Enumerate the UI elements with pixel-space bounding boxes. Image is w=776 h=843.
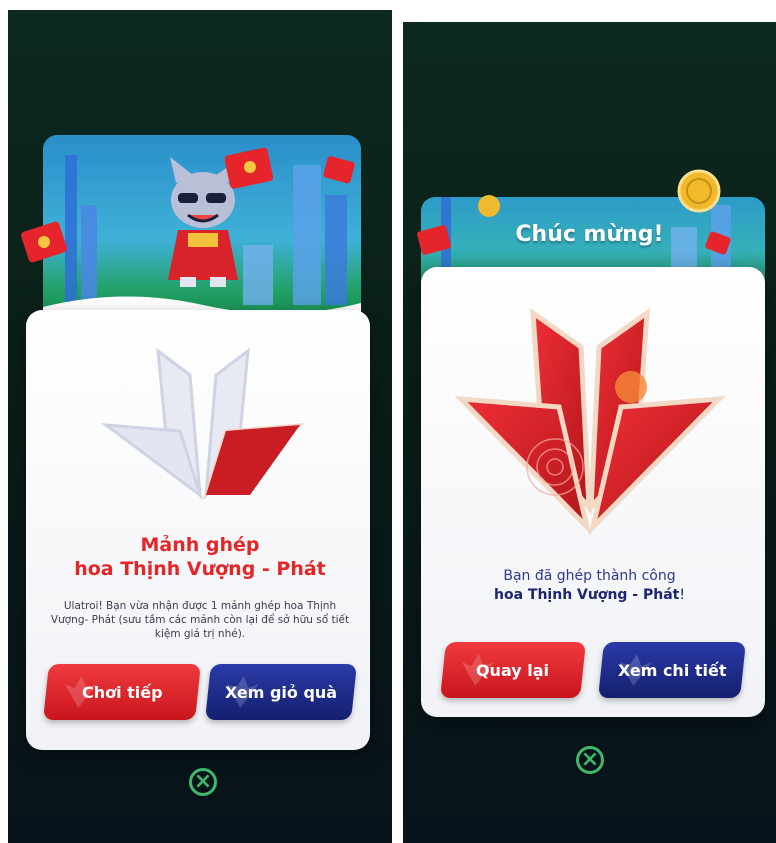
back-button[interactable]: Quay lại: [440, 642, 586, 698]
skyline-building: [293, 165, 321, 305]
screen-right: Chúc mừng! Bạn đã ghép thành công hoa Th…: [403, 22, 776, 843]
exclamation: !: [679, 587, 685, 603]
popup-title-line2: hoa Thịnh Vượng - Phát: [74, 558, 326, 580]
gift-box-button[interactable]: Xem giỏ quà: [205, 664, 357, 720]
gift-box-button-label: Xem giỏ quà: [224, 682, 338, 702]
vietcombank-flower-icon: [100, 347, 306, 500]
gold-coin-icon: [478, 195, 500, 217]
success-message-line1: Bạn đã ghép thành công: [503, 568, 676, 584]
red-envelope-icon: [21, 221, 67, 263]
close-icon[interactable]: ×: [576, 746, 604, 774]
flower-name: hoa Thịnh Vượng - Phát: [494, 587, 680, 603]
popup-description: Ulatroi! Bạn vừa nhận được 1 mảnh ghép h…: [50, 600, 350, 640]
continue-button[interactable]: Chơi tiếp: [43, 664, 201, 720]
success-message-line2: hoa Thịnh Vượng - Phát!: [403, 587, 776, 603]
view-detail-button-label: Xem chi tiết: [617, 660, 727, 680]
red-envelope-icon: [225, 147, 274, 189]
gold-coin-icon: [677, 169, 721, 213]
congrats-title: Chúc mừng!: [515, 222, 664, 247]
red-envelope-icon: [323, 156, 355, 184]
screen-left: Mảnh ghép hoa Thịnh Vượng - Phát Ulatroi…: [8, 10, 392, 843]
continue-button-label: Chơi tiếp: [81, 682, 163, 702]
view-detail-button[interactable]: Xem chi tiết: [598, 642, 746, 698]
back-button-label: Quay lại: [476, 660, 550, 680]
vietcombank-flower-icon: [455, 307, 725, 536]
festive-banner: [43, 135, 361, 325]
popup-title-line1: Mảnh ghép: [140, 534, 260, 556]
close-icon[interactable]: ×: [189, 768, 217, 796]
